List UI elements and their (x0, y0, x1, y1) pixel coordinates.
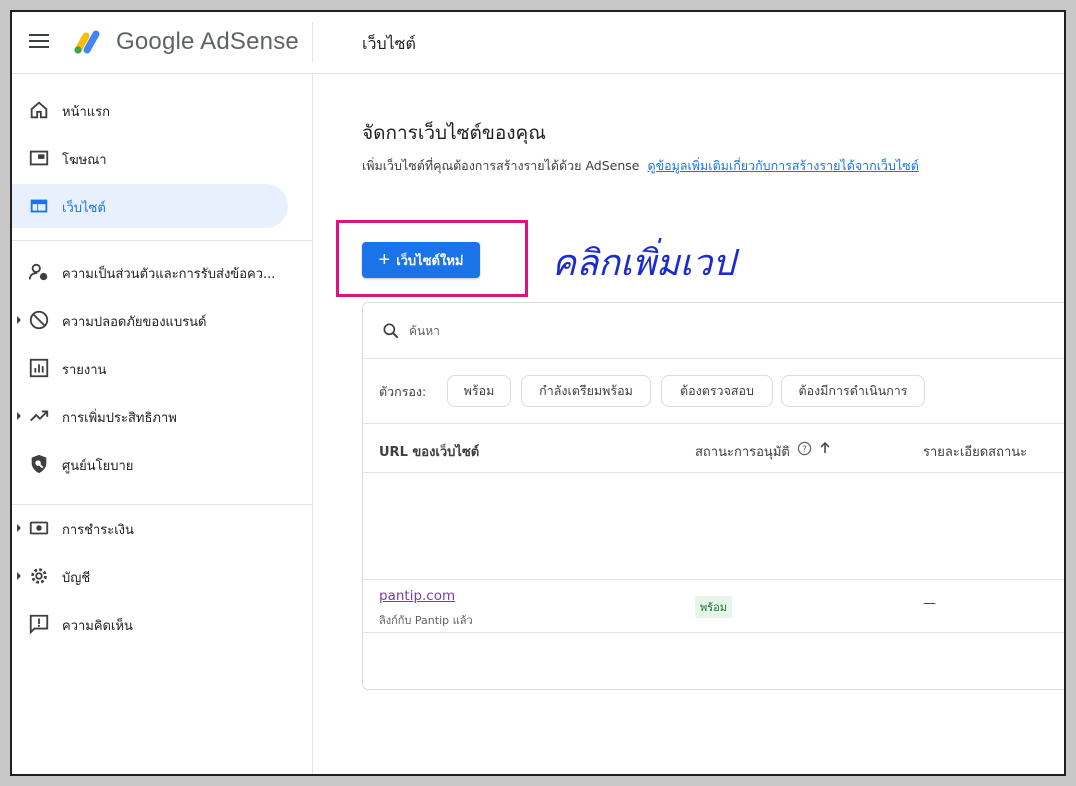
sidebar-item-label: หน้าแรก (62, 105, 110, 120)
header-page-title: เว็บไซต์ (362, 34, 416, 53)
sidebar-item-ads[interactable]: โฆษณา (12, 136, 288, 180)
help-icon[interactable]: ? (797, 441, 812, 456)
table-header: URL ของเว็บไซต์ สถานะการอนุมัติ ? รายละเ… (363, 425, 1064, 473)
search-input[interactable] (409, 319, 809, 343)
sidebar-item-label: ความคิดเห็น (62, 619, 133, 634)
sidebar-item-label: โฆษณา (62, 153, 107, 168)
payments-icon (29, 521, 49, 535)
page-subtitle: เพิ่มเว็บไซต์ที่คุณต้องการสร้างรายได้ด้ว… (362, 156, 919, 176)
sites-icon (30, 199, 48, 213)
filter-chip-action-required[interactable]: ต้องมีการดำเนินการ (781, 375, 925, 407)
sidebar-item-privacy[interactable]: ความเป็นส่วนตัวและการรับส่งข้อคว... (12, 250, 288, 294)
sidebar-item-payments[interactable]: การชำระเงิน (12, 506, 288, 550)
sidebar: หน้าแรก โฆษณา เว็บไซต์ ความเป็นส่วนตัวแล… (12, 74, 313, 774)
filter-chip-ready[interactable]: พร้อม (447, 375, 511, 407)
sidebar-item-reports[interactable]: รายงาน (12, 346, 288, 390)
sidebar-item-home[interactable]: หน้าแรก (12, 88, 288, 132)
column-header-url[interactable]: URL ของเว็บไซต์ (379, 441, 479, 462)
expand-caret-icon (17, 316, 21, 324)
privacy-icon (28, 263, 48, 281)
status-details: — (923, 596, 936, 611)
learn-more-link[interactable]: ดูข้อมูลเพิ่มเติมเกี่ยวกับการสร้างรายได้… (647, 158, 918, 173)
sidebar-item-feedback[interactable]: ความคิดเห็น (12, 602, 288, 646)
reports-icon (29, 358, 49, 378)
header-divider (312, 22, 313, 62)
policy-icon (31, 454, 47, 474)
sidebar-item-brand-safety[interactable]: ความปลอดภัยของแบรนด์ (12, 298, 288, 342)
page-title: จัดการเว็บไซต์ของคุณ (362, 122, 546, 144)
sidebar-item-label: การชำระเงิน (62, 523, 134, 538)
search-icon (383, 323, 399, 339)
svg-text:?: ? (802, 444, 806, 454)
new-site-button-label: เว็บไซต์ใหม่ (396, 252, 464, 268)
status-badge: พร้อม (695, 596, 733, 618)
home-icon (30, 101, 48, 119)
adsense-logo-icon (74, 30, 100, 54)
sidebar-item-label: บัญชี (62, 571, 91, 586)
site-url-link[interactable]: pantip.com (379, 588, 455, 604)
feedback-icon (29, 614, 49, 635)
sidebar-item-account[interactable]: บัญชี (12, 554, 288, 598)
sidebar-item-label: ความปลอดภัยของแบรนด์ (62, 315, 207, 330)
sidebar-divider (12, 240, 312, 241)
block-icon (29, 310, 49, 330)
filter-chip-needs-review[interactable]: ต้องตรวจสอบ (661, 375, 773, 407)
sidebar-item-label: ความเป็นส่วนตัวและการรับส่งข้อคว... (62, 267, 276, 282)
search-bar (363, 303, 1064, 359)
brand-name: Google AdSense (116, 28, 299, 55)
plus-icon: + (378, 249, 391, 271)
sidebar-divider (12, 504, 312, 505)
sidebar-item-optimization[interactable]: การเพิ่มประสิทธิภาพ (12, 394, 288, 438)
site-linked-note: ลิงก์กับ Pantip แล้ว (379, 614, 473, 627)
sidebar-item-policy-center[interactable]: ศูนย์นโยบาย (12, 442, 288, 486)
gear-icon (31, 568, 47, 584)
sidebar-item-label: เว็บไซต์ (62, 201, 106, 216)
main-content: จัดการเว็บไซต์ของคุณ เพิ่มเว็บไซต์ที่คุณ… (314, 74, 1064, 774)
filter-bar: ตัวกรอง: พร้อม กำลังเตรียมพร้อม ต้องตรวจ… (363, 360, 1064, 424)
menu-icon[interactable] (29, 34, 49, 50)
browser-frame: Google AdSense เว็บไซต์ หน้าแรก โฆษณา เว… (10, 10, 1066, 776)
sort-arrow-up-icon[interactable] (818, 441, 832, 455)
filter-chip-getting-ready[interactable]: กำลังเตรียมพร้อม (521, 375, 651, 407)
expand-caret-icon (17, 524, 21, 532)
trending-icon (30, 410, 49, 422)
expand-caret-icon (17, 572, 21, 580)
filter-label: ตัวกรอง: (379, 384, 427, 399)
handwritten-annotation: คลิกเพิ่มเวป (552, 243, 736, 284)
sidebar-item-sites[interactable]: เว็บไซต์ (12, 184, 288, 228)
top-app-bar: Google AdSense เว็บไซต์ (12, 12, 1064, 74)
ads-icon (29, 150, 49, 166)
expand-caret-icon (17, 412, 21, 420)
column-header-details[interactable]: รายละเอียดสถานะ (923, 441, 1027, 462)
sidebar-item-label: ศูนย์นโยบาย (62, 459, 134, 474)
sidebar-item-label: รายงาน (62, 363, 107, 378)
column-header-status[interactable]: สถานะการอนุมัติ (695, 441, 790, 462)
new-site-button[interactable]: + เว็บไซต์ใหม่ (362, 242, 480, 278)
subtitle-text: เพิ่มเว็บไซต์ที่คุณต้องการสร้างรายได้ด้ว… (362, 158, 640, 173)
sites-table-card: ตัวกรอง: พร้อม กำลังเตรียมพร้อม ต้องตรวจ… (362, 302, 1064, 690)
sidebar-item-label: การเพิ่มประสิทธิภาพ (62, 411, 177, 426)
table-row: pantip.com ลิงก์กับ Pantip แล้ว พร้อม — (363, 579, 1064, 633)
